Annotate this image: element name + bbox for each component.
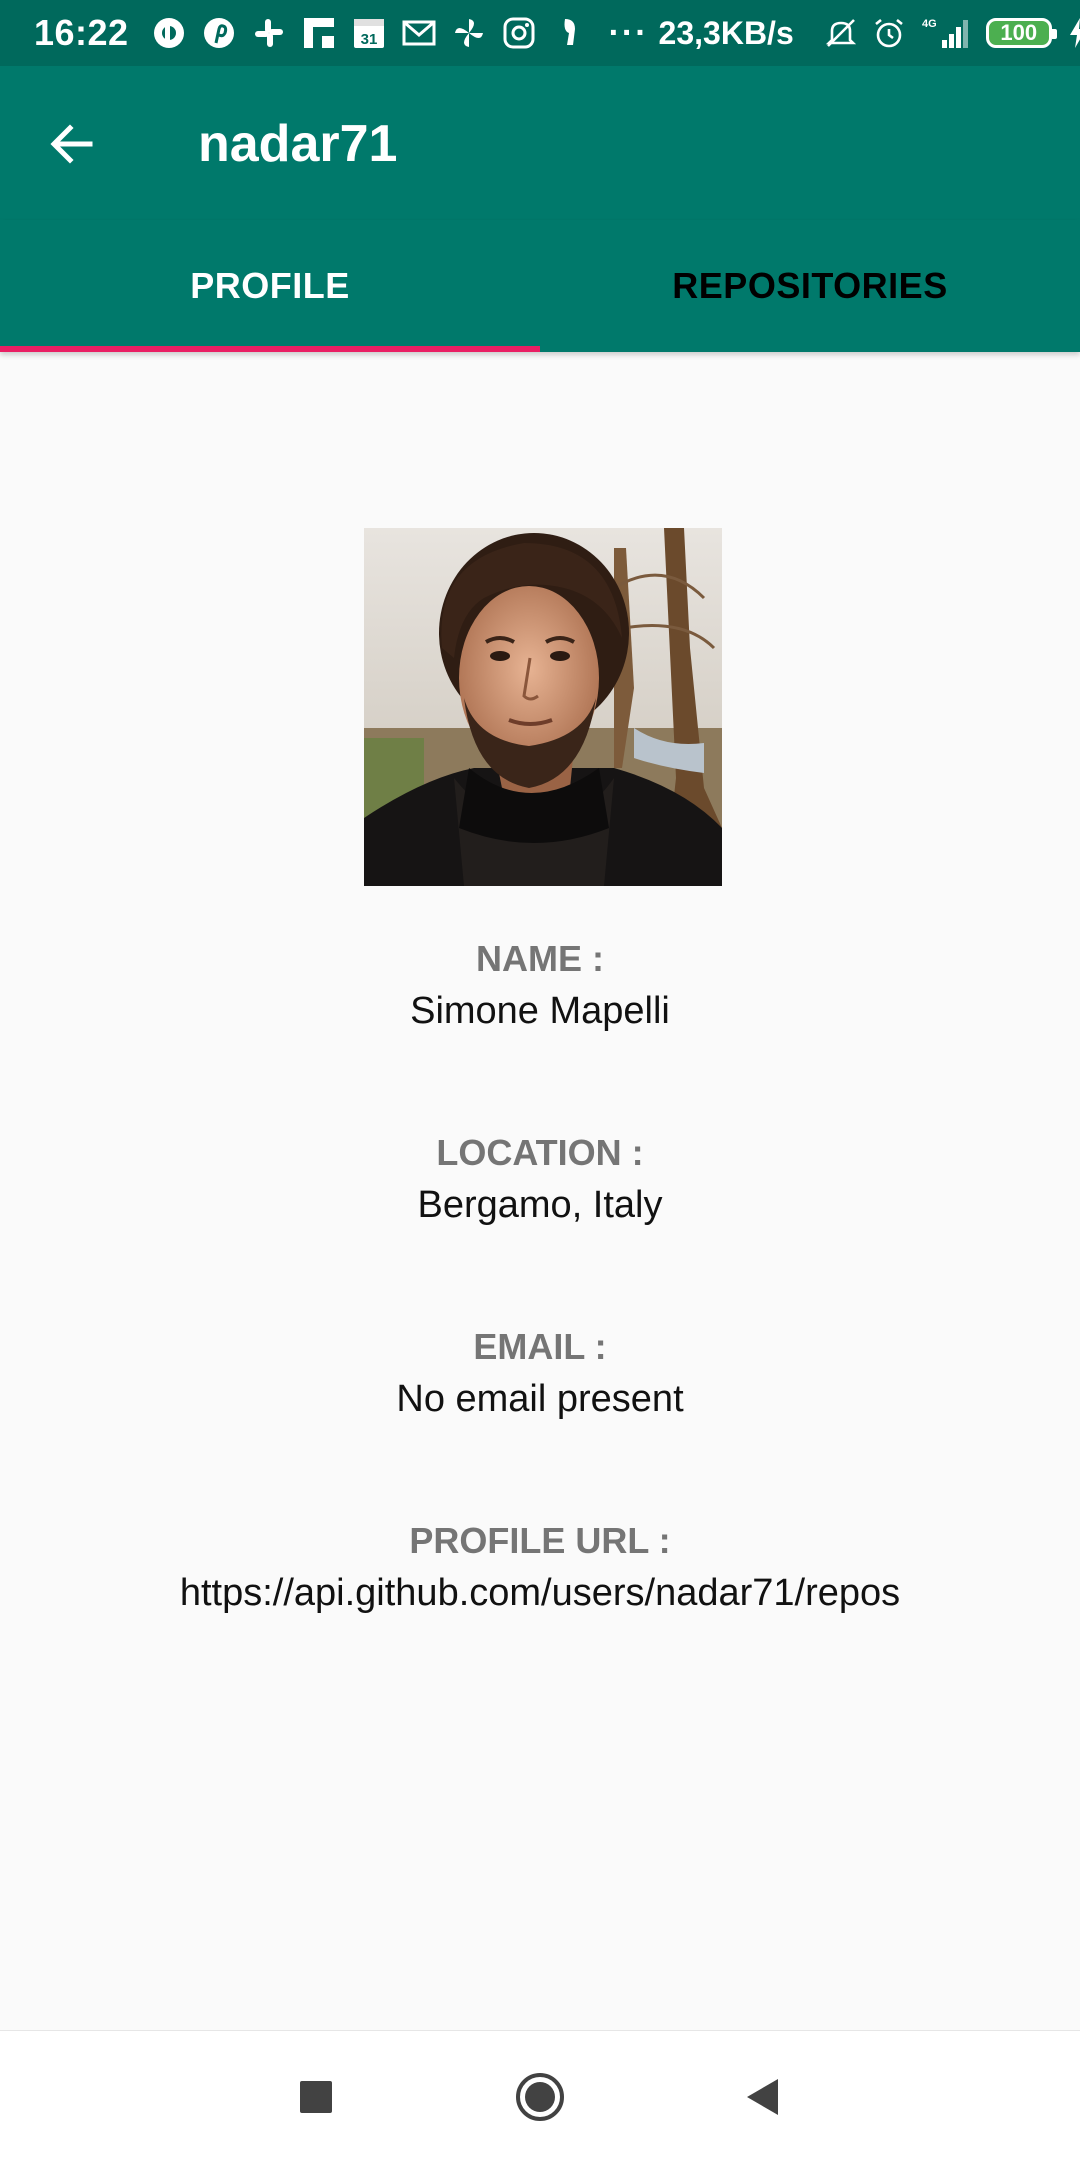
calendar-day: 31 [360,31,377,48]
square-icon [300,2081,332,2113]
slack-icon [251,15,287,51]
tab-profile[interactable]: PROFILE [0,220,540,352]
pinterest-icon [201,15,237,51]
status-bar: 16:22 31 ··· 23,3KB/s 4G 100 [0,0,1080,66]
dribbble-icon [151,15,187,51]
tab-repositories[interactable]: REPOSITORIES [540,220,1080,352]
email-value: No email present [396,1378,684,1420]
notification-icons: 31 [151,15,601,51]
circle-icon [516,2073,564,2121]
triangle-back-icon [747,2079,778,2115]
alarm-icon [872,16,906,50]
charging-icon [1068,17,1080,49]
status-time: 16:22 [34,12,129,53]
gmail-icon [401,15,437,51]
battery-indicator: 100 [985,18,1057,48]
instagram-icon [501,15,537,51]
app-title: nadar71 [198,115,398,173]
avatar [364,528,722,886]
profile-url-label: PROFILE URL : [409,1520,671,1561]
signal-icon: 4G [920,16,972,50]
home-button[interactable] [512,2069,568,2125]
system-nav-bar [0,2030,1080,2161]
arrow-back-icon [50,124,93,164]
profile-url-value[interactable]: https://api.github.com/users/nadar71/rep… [0,1572,1080,1615]
battery-level: 100 [1000,20,1038,45]
tab-indicator [0,346,540,352]
status-right: 4G 100 [810,16,1080,50]
email-label: EMAIL : [473,1326,607,1367]
more-notifications: ··· [608,13,649,52]
location-value: Bergamo, Italy [417,1184,663,1226]
flipboard-icon [301,15,337,51]
incognito-icon [551,15,587,51]
name-label: NAME : [476,938,604,979]
network-speed: 23,3KB/s [658,14,794,51]
recents-button[interactable] [288,2069,344,2125]
tab-bar: PROFILE REPOSITORIES [0,220,1080,352]
mute-icon [824,16,858,50]
back-button[interactable] [38,110,106,178]
back-nav-button[interactable] [734,2069,790,2125]
location-label: LOCATION : [436,1132,644,1173]
name-value: Simone Mapelli [410,990,670,1032]
network-type: 4G [922,18,937,30]
pinwheel-icon [451,15,487,51]
app-bar: nadar71 [0,66,1080,220]
calendar-icon: 31 [351,15,387,51]
